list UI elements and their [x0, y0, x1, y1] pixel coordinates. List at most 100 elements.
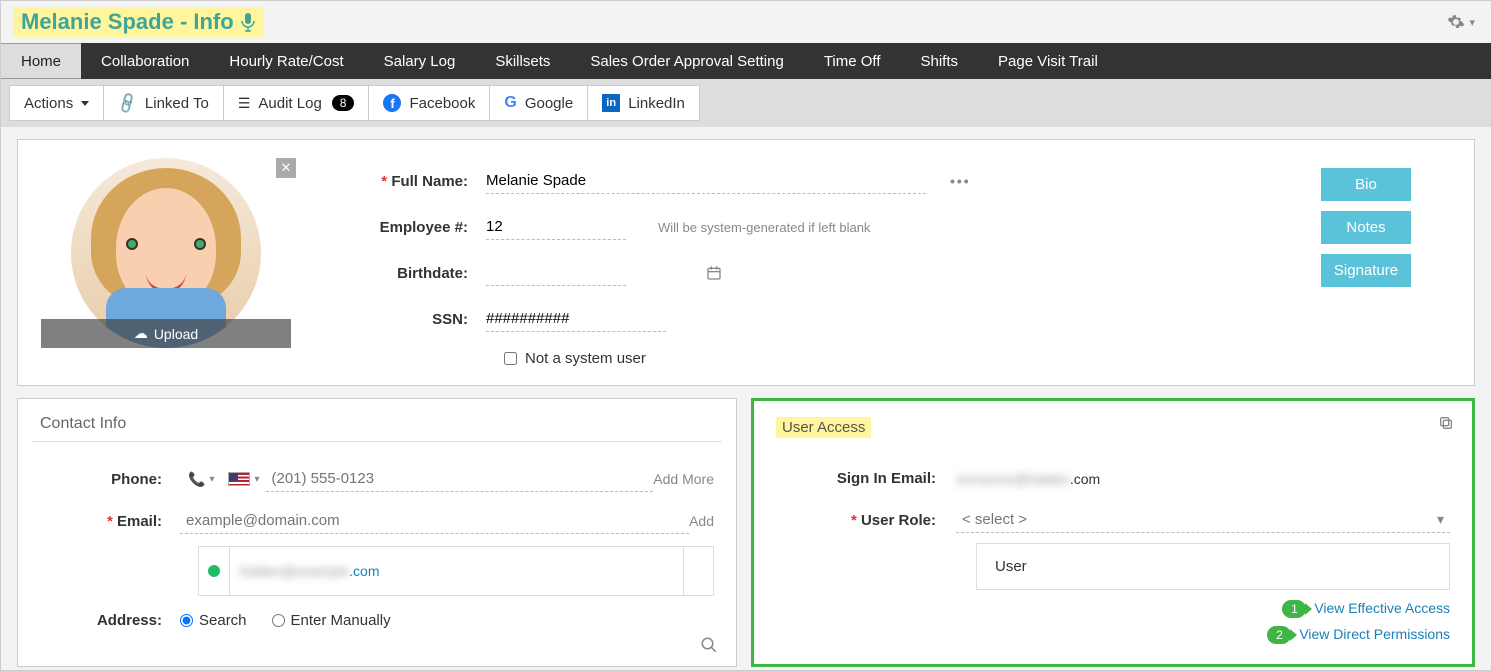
email-cell-spacer [683, 547, 713, 595]
ssn-input[interactable] [486, 306, 666, 332]
address-label: Address: [40, 612, 180, 629]
nav-tab-sales-order-approval-setting[interactable]: Sales Order Approval Setting [570, 43, 803, 79]
address-option-label: Search [199, 612, 247, 629]
employee-num-label: Employee #: [326, 219, 486, 236]
actions-label: Actions [24, 95, 73, 112]
audit-log-badge: 8 [332, 95, 355, 111]
address-option-label: Enter Manually [291, 612, 391, 629]
email-label: * Email: [40, 513, 180, 530]
facebook-icon: f [383, 94, 401, 112]
google-button[interactable]: G Google [489, 85, 587, 121]
caret-down-icon [81, 101, 89, 106]
close-icon: ✕ [281, 160, 292, 176]
google-label: Google [525, 95, 573, 112]
email-add-button[interactable]: Add [689, 513, 714, 529]
page-title: Melanie Spade - Info [21, 9, 234, 35]
view-direct-permissions-link[interactable]: View Direct Permissions [1299, 626, 1450, 642]
linkedin-icon: in [602, 94, 620, 112]
marker-1: 1 [1282, 600, 1306, 618]
caret-down-icon[interactable]: ▾ [254, 474, 259, 485]
cloud-upload-icon: ☁ [134, 325, 148, 342]
nav-tab-salary-log[interactable]: Salary Log [364, 43, 476, 79]
settings-gear-icon[interactable]: ▾ [1443, 9, 1479, 35]
employee-num-hint: Will be system-generated if left blank [658, 220, 870, 235]
phone-label: Phone: [40, 471, 180, 488]
profile-card: ☁ Upload ✕ * Full Name: ••• Employee #: … [17, 139, 1475, 386]
facebook-label: Facebook [409, 95, 475, 112]
avatar-wrap: ☁ Upload ✕ [71, 158, 261, 348]
google-icon: G [504, 94, 516, 112]
full-name-input[interactable] [486, 168, 926, 194]
address-option-enter-manually[interactable]: Enter Manually [272, 612, 391, 629]
search-icon[interactable] [700, 636, 718, 654]
microphone-icon[interactable] [240, 12, 256, 32]
address-radio[interactable] [272, 614, 285, 627]
caret-down-icon[interactable]: ▾ [1437, 511, 1444, 528]
status-dot-icon [208, 565, 220, 577]
phone-add-more-button[interactable]: Add More [653, 471, 714, 487]
link-icon: 🔗 [115, 91, 140, 116]
notes-button[interactable]: Notes [1321, 211, 1411, 244]
lower-row: Contact Info Phone: 📞 ▾ ▾ Add More * Ema… [1, 398, 1491, 671]
user-access-panel: User Access Sign In Email: someone@hidde… [751, 398, 1475, 667]
nav-tab-shifts[interactable]: Shifts [901, 43, 979, 79]
toolbar: Actions 🔗 Linked To ☰ Audit Log 8 f Face… [1, 79, 1491, 127]
linked-to-label: Linked To [145, 95, 209, 112]
title-bar: Melanie Spade - Info ▾ [1, 1, 1491, 43]
user-role-value-box[interactable]: User [976, 543, 1450, 590]
contact-info-panel: Contact Info Phone: 📞 ▾ ▾ Add More * Ema… [17, 398, 737, 667]
user-role-label: * User Role: [776, 512, 956, 529]
ssn-label: SSN: [326, 311, 486, 328]
email-value: hidden@example.com [230, 549, 683, 593]
email-entry-row[interactable]: hidden@example.com [198, 546, 714, 596]
not-system-user-label: Not a system user [525, 350, 646, 367]
employee-num-input[interactable] [486, 214, 626, 240]
signin-email-label: Sign In Email: [776, 470, 956, 487]
nav-tab-skillsets[interactable]: Skillsets [475, 43, 570, 79]
page-title-wrap: Melanie Spade - Info [13, 7, 264, 37]
email-input[interactable] [180, 508, 689, 534]
marker-2: 2 [1267, 626, 1291, 644]
linked-to-button[interactable]: 🔗 Linked To [103, 85, 223, 121]
signature-button[interactable]: Signature [1321, 254, 1411, 287]
signin-email-value: someone@hidden.com [956, 471, 1450, 487]
country-flag-icon[interactable] [228, 472, 250, 486]
calendar-icon[interactable] [706, 265, 722, 281]
contact-info-title: Contact Info [40, 415, 714, 433]
nav-tab-page-visit-trail[interactable]: Page Visit Trail [978, 43, 1118, 79]
nav-tab-hourly-rate-cost[interactable]: Hourly Rate/Cost [209, 43, 363, 79]
address-radio[interactable] [180, 614, 193, 627]
upload-button[interactable]: ☁ Upload [41, 319, 291, 348]
photo-column: ☁ Upload ✕ [36, 158, 296, 367]
address-option-search[interactable]: Search [180, 612, 247, 629]
audit-log-label: Audit Log [258, 95, 321, 112]
user-role-select[interactable] [956, 507, 1450, 533]
user-role-value: User [995, 558, 1027, 575]
copy-icon[interactable] [1438, 415, 1454, 431]
nav-tab-time-off[interactable]: Time Off [804, 43, 901, 79]
actions-button[interactable]: Actions [9, 85, 103, 121]
full-name-label: * Full Name: [326, 173, 486, 190]
birthdate-label: Birthdate: [326, 265, 486, 282]
linkedin-button[interactable]: in LinkedIn [587, 85, 700, 121]
primary-nav: HomeCollaborationHourly Rate/CostSalary … [1, 43, 1491, 79]
bio-button[interactable]: Bio [1321, 168, 1411, 201]
divider [32, 441, 722, 442]
full-name-more-button[interactable]: ••• [950, 173, 971, 189]
linkedin-label: LinkedIn [628, 95, 685, 112]
phone-type-icon[interactable]: 📞 [188, 471, 205, 488]
birthdate-input[interactable] [486, 260, 626, 286]
list-icon: ☰ [238, 95, 251, 112]
not-system-user-checkbox[interactable] [504, 352, 517, 365]
caret-down-icon[interactable]: ▾ [209, 474, 214, 485]
side-button-column: Bio Notes Signature [1276, 158, 1456, 367]
facebook-button[interactable]: f Facebook [368, 85, 489, 121]
nav-tab-home[interactable]: Home [1, 43, 81, 79]
nav-tab-collaboration[interactable]: Collaboration [81, 43, 209, 79]
user-access-title: User Access [776, 417, 871, 438]
remove-photo-button[interactable]: ✕ [276, 158, 296, 178]
view-effective-access-link[interactable]: View Effective Access [1314, 600, 1450, 616]
audit-log-button[interactable]: ☰ Audit Log 8 [223, 85, 369, 121]
upload-label: Upload [154, 326, 198, 342]
phone-input[interactable] [266, 466, 654, 492]
